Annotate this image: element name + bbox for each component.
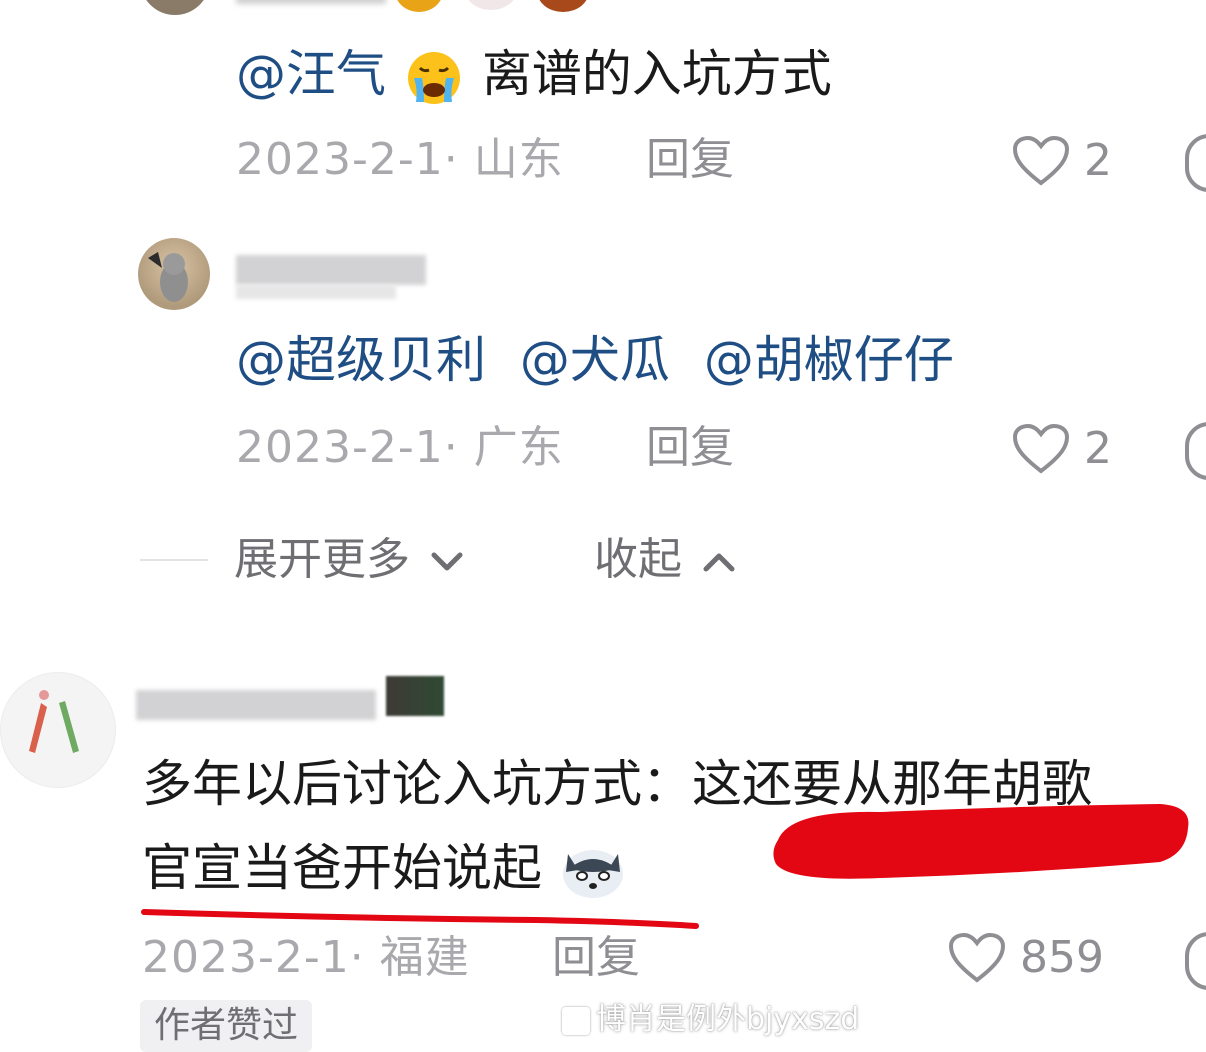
mention-link[interactable]: @犬瓜 bbox=[520, 331, 670, 389]
reply-button[interactable]: 回复 bbox=[646, 132, 734, 188]
timestamp-location: 2023-2-1· 福建 bbox=[142, 932, 470, 983]
dislike-icon[interactable] bbox=[1185, 422, 1206, 480]
chevron-down-icon bbox=[431, 552, 463, 571]
chevron-up-icon bbox=[703, 553, 735, 572]
reply-button[interactable]: 回复 bbox=[552, 930, 640, 986]
username-redacted bbox=[236, 0, 386, 4]
reply-button[interactable]: 回复 bbox=[646, 420, 734, 476]
avatar[interactable] bbox=[140, 0, 210, 15]
watermark-text: 博肖是例外bjyxszd bbox=[596, 1002, 860, 1037]
mention-link[interactable]: @汪气 bbox=[236, 45, 386, 103]
dislike-icon[interactable] bbox=[1185, 134, 1206, 192]
timestamp-location: 2023-2-1· 山东 bbox=[236, 134, 564, 185]
doge-icon bbox=[560, 842, 626, 902]
username-redacted bbox=[136, 690, 376, 720]
avatar-illustration bbox=[29, 690, 79, 753]
author-liked-label: 作者赞过 bbox=[154, 1005, 299, 1046]
heart-icon bbox=[948, 932, 1006, 983]
dislike-icon[interactable] bbox=[1185, 932, 1206, 990]
emoji-badges-icon bbox=[395, 0, 735, 15]
author-liked-badge: 作者赞过 bbox=[140, 1000, 313, 1052]
avatar[interactable] bbox=[0, 672, 116, 788]
heart-icon bbox=[1012, 423, 1070, 474]
watermark: 博肖是例外bjyxszd bbox=[562, 1000, 859, 1040]
reply-body: 离谱的入坑方式 bbox=[481, 45, 832, 103]
comment-body: 官宣当爸开始说起 bbox=[142, 839, 542, 897]
red-scribble-redaction bbox=[773, 804, 1189, 879]
loudly-crying-face-icon bbox=[406, 50, 462, 106]
heart-icon bbox=[1012, 135, 1070, 186]
collapse-label: 收起 bbox=[594, 534, 682, 585]
divider-line bbox=[140, 559, 208, 561]
reply-text: @超级贝利 @犬瓜 @胡椒仔仔 bbox=[236, 328, 954, 392]
comment-line-2: 官宣当爸开始说起 bbox=[142, 836, 626, 902]
username-redacted bbox=[236, 255, 426, 285]
mention-link[interactable]: @胡椒仔仔 bbox=[704, 331, 954, 389]
expand-more-label: 展开更多 bbox=[234, 534, 410, 585]
avatar[interactable] bbox=[138, 238, 210, 310]
like-count: 2 bbox=[1084, 135, 1112, 186]
like-count: 859 bbox=[1020, 932, 1104, 983]
collapse-button[interactable]: 收起 bbox=[594, 530, 736, 590]
expand-more-button[interactable]: 展开更多 bbox=[234, 530, 464, 590]
username-redacted bbox=[236, 285, 396, 299]
username-redacted bbox=[386, 676, 444, 716]
reply-text: @汪气 离谱的入坑方式 bbox=[236, 42, 832, 106]
timestamp-location: 2023-2-1· 广东 bbox=[236, 422, 564, 473]
mention-link[interactable]: @超级贝利 bbox=[236, 331, 486, 389]
like-count: 2 bbox=[1084, 423, 1112, 474]
